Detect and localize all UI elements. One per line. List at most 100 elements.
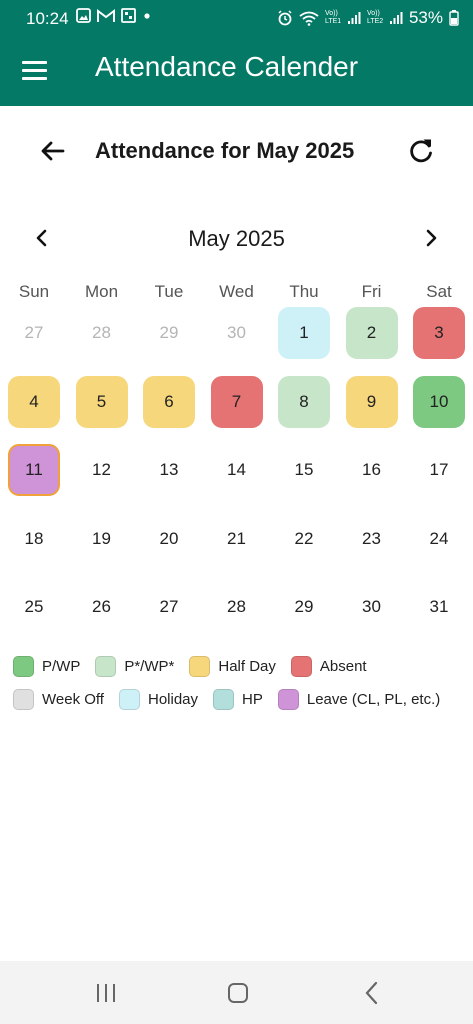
day-cell[interactable]: 28 [76,307,128,359]
day-cell[interactable]: 28 [211,581,263,633]
legend-item: Week Off [13,688,104,710]
app-bar: Attendance Calender [0,36,473,106]
day-cell[interactable]: 3 [413,307,465,359]
network-1-label: Vo)) LTE1 [324,10,342,25]
legend-item: P*/WP* [95,655,175,677]
day-cell[interactable]: 12 [76,444,128,496]
signal-2-icon [389,12,403,24]
legend-swatch [277,688,299,710]
alarm-icon [278,10,292,26]
weekday-header: Sun Mon Tue Wed Thu Fri Sat [0,282,473,306]
legend-item: Holiday [118,688,199,710]
day-cell[interactable]: 30 [211,307,263,359]
day-cell[interactable]: 15 [278,444,330,496]
legend-label: HP [242,690,263,708]
legend-swatch [290,655,312,677]
weekday-label: Sat [426,282,452,301]
day-cell[interactable]: 2 [345,307,398,359]
legend-label: P/WP [42,657,81,675]
home-icon[interactable] [223,978,253,1008]
battery-icon [449,10,459,26]
gallery-icon [76,8,91,23]
day-cell[interactable]: 27 [8,307,60,359]
day-cell[interactable]: 25 [8,581,60,633]
day-cell[interactable]: 19 [76,513,128,565]
legend-swatch [189,655,211,677]
day-cell[interactable]: 21 [211,513,263,565]
legend-swatch [13,655,34,677]
legend-label: P*/WP* [124,657,175,675]
legend-item: P/WP [13,655,81,677]
notification-icons [76,8,152,23]
day-cell[interactable]: 1 [278,307,330,359]
day-cell[interactable]: 26 [76,581,128,633]
weekday-label: Wed [219,282,254,301]
legend: P/WP P*/WP* Half Day Absent Week Off Holiday H… [13,655,473,721]
refresh-icon[interactable] [404,134,438,168]
legend-swatch [118,688,140,710]
wifi-icon [299,11,319,26]
network-2-label: Vo)) LTE2 [366,10,384,25]
day-cell[interactable]: 30 [346,581,398,633]
day-cell[interactable]: 5 [75,375,128,428]
day-cell[interactable]: 31 [413,581,465,633]
day-cell[interactable]: 9 [345,375,398,428]
day-cell[interactable]: 11 [8,444,60,496]
signal-1-icon [347,12,361,24]
day-cell[interactable]: 24 [413,513,465,565]
day-cell[interactable]: 14 [211,444,263,496]
legend-row: P/WP P*/WP* Half Day Absent [13,655,473,677]
legend-item: Absent [290,655,367,677]
day-cell[interactable]: 8 [278,375,330,428]
top-bar: 10:24 Vo)) LTE1 Vo)) LTE2 53% Attendance… [0,0,473,106]
legend-item: HP [213,688,263,710]
day-cell[interactable]: 13 [143,444,195,496]
legend-label: Half Day [218,657,276,675]
legend-swatch [95,655,117,677]
status-bar: 10:24 Vo)) LTE1 Vo)) LTE2 53% [0,0,473,36]
day-cell[interactable]: 17 [413,444,465,496]
chevron-right-icon[interactable] [417,224,445,252]
month-navigation: May 2025 [0,218,473,258]
weekday-label: Tue [154,282,184,301]
weekday-label: Thu [289,282,319,301]
legend-item: Half Day [189,655,276,677]
day-cell[interactable]: 20 [143,513,195,565]
day-cell[interactable]: 29 [143,307,195,359]
day-cell[interactable]: 29 [278,581,330,633]
legend-row: Week Off Holiday HP Leave (CL, PL, etc.) [13,688,473,710]
weekday-label: Fri [361,282,382,301]
day-cell[interactable]: 27 [143,581,195,633]
recent-apps-icon[interactable] [91,978,121,1008]
day-cell[interactable]: 10 [413,375,465,428]
status-time: 10:24 [26,9,69,28]
day-cell[interactable]: 23 [346,513,398,565]
attendance-title: Attendance for May 2025 [95,138,355,163]
app-title: Attendance Calender [95,51,359,82]
day-cell[interactable]: 7 [210,375,263,428]
dot-icon [144,12,150,19]
legend-swatch [213,688,235,710]
menu-icon[interactable] [22,56,52,84]
month-label: May 2025 [188,226,285,251]
back-icon[interactable] [357,978,387,1008]
weekday-label: Mon [84,282,119,301]
legend-label: Absent [319,657,367,675]
back-arrow-icon[interactable] [36,134,70,168]
gmail-icon [97,8,115,22]
legend-item: Leave (CL, PL, etc.) [277,688,441,710]
day-cell[interactable]: 22 [278,513,330,565]
day-cell[interactable]: 6 [143,375,195,428]
legend-label: Week Off [42,690,104,708]
legend-label: Holiday [147,690,199,708]
day-cell[interactable]: 4 [8,375,60,428]
system-icons: Vo)) LTE1 Vo)) LTE2 53% [277,8,459,28]
attendance-header: Attendance for May 2025 [0,120,473,182]
battery-percent: 53% [408,8,443,27]
app-notification-icon [121,8,136,23]
weekday-label: Sun [18,282,50,301]
day-cell[interactable]: 16 [346,444,398,496]
system-nav-bar [0,961,473,1024]
legend-label: Leave (CL, PL, etc.) [306,690,441,708]
day-cell[interactable]: 18 [8,513,60,565]
